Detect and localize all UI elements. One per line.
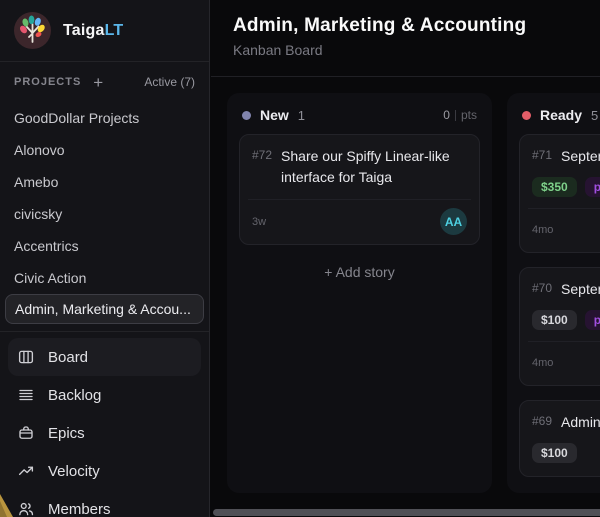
active-projects-filter[interactable]: Active (7) [144,75,195,89]
card-divider [528,208,600,209]
tag-money: $100 [532,310,577,330]
nav-item-label: Board [48,348,89,366]
nav-item-velocity[interactable]: Velocity [0,452,209,490]
add-story-button[interactable]: + Add story [239,264,480,280]
story-card-70[interactable]: #70 Septem $100 pq 4mo [519,267,600,386]
card-age: 3w [252,215,267,228]
card-age: 4mo [532,224,554,236]
add-project-icon[interactable]: + [93,74,103,91]
tag-pq: pq [584,177,600,197]
sidebar-project-amebo[interactable]: Amebo [0,166,209,198]
board-icon [17,348,35,366]
nav-item-board[interactable]: Board [8,338,201,376]
sidebar-project-accentrics[interactable]: Accentrics [0,230,209,262]
card-title: Admin [561,414,600,430]
column-points: 0 pts [443,108,477,122]
story-card-72[interactable]: #72 Share our Spiffy Linear-like interfa… [239,134,480,245]
column-count: 5 [591,107,599,123]
points-separator [454,109,456,121]
card-age: 4mo [532,357,554,369]
nav-item-members[interactable]: Members [0,490,209,517]
card-divider [248,199,471,200]
card-title: Septem [561,148,600,164]
story-card-69[interactable]: #69 Admin $100 [519,400,600,477]
card-ref: #72 [252,148,273,162]
sidebar-project-admin-marketing[interactable]: Admin, Marketing & Accou... [5,294,204,324]
page-subtitle: Kanban Board [233,42,323,58]
board-header: Admin, Marketing & Accounting Kanban Boa… [211,0,600,77]
column-ready-header: Ready 5 [519,104,600,126]
decor-corner-leaf [0,491,14,517]
sidebar-project-civic-action[interactable]: Civic Action [0,262,209,294]
story-card-71[interactable]: #71 Septem $350 pq 4mo [519,134,600,253]
card-title: Septem [561,281,600,297]
assignee-avatar[interactable]: AA [440,208,467,235]
members-icon [17,500,35,517]
sidebar: TaigaLT PROJECTS + Active (7) GoodDollar… [0,0,210,517]
column-status-dot-icon [242,110,251,120]
tag-money: $350 [532,177,577,197]
velocity-icon [17,462,35,480]
backlog-icon [17,386,35,404]
column-new-header: New 1 0 pts [239,104,480,126]
card-ref: #71 [532,148,553,162]
nav-item-label: Epics [48,424,85,442]
app-title: TaigaLT [63,21,124,39]
card-ref: #70 [532,281,553,295]
points-value: 0 [443,108,450,122]
sidebar-project-gooddollar[interactable]: GoodDollar Projects [0,102,209,134]
projects-header: PROJECTS + Active (7) [0,64,209,100]
column-name: Ready [540,107,583,123]
tag-money: $100 [532,443,577,463]
main-area: Admin, Marketing & Accounting Kanban Boa… [211,0,600,517]
page-title: Admin, Marketing & Accounting [233,15,527,36]
sidebar-project-alonovo[interactable]: Alonovo [0,134,209,166]
sidebar-project-civicsky[interactable]: civicsky [0,198,209,230]
column-name: New [260,107,289,123]
nav-item-label: Backlog [48,386,102,404]
card-ref: #69 [532,414,553,428]
card-divider [528,341,600,342]
app-logo-row: TaigaLT [0,0,209,62]
nav-item-label: Velocity [48,462,100,480]
nav-item-epics[interactable]: Epics [0,414,209,452]
nav-item-label: Members [48,500,111,517]
column-status-dot-icon [522,110,531,120]
kanban-board: New 1 0 pts #72 Share our Spiffy Linear-… [211,77,600,493]
card-title: Share our Spiffy Linear-like interface f… [281,148,450,185]
nav-item-backlog[interactable]: Backlog [0,376,209,414]
column-ready: Ready 5 #71 Septem $350 pq 4mo [507,93,600,493]
sidebar-divider [0,331,209,332]
tag-pq: pq [584,310,600,330]
taiga-tree-logo-icon [14,12,51,49]
column-count: 1 [297,107,306,123]
points-unit: pts [460,108,477,122]
project-nav: Board Backlog Epics Velocity Members [0,338,209,517]
horizontal-scrollbar[interactable] [213,509,600,516]
projects-section-label: PROJECTS [14,76,82,88]
app-window: TaigaLT PROJECTS + Active (7) GoodDollar… [0,0,600,517]
epics-icon [17,424,35,442]
project-list: GoodDollar Projects Alonovo Amebo civics… [0,102,209,324]
column-new: New 1 0 pts #72 Share our Spiffy Linear-… [227,93,492,493]
